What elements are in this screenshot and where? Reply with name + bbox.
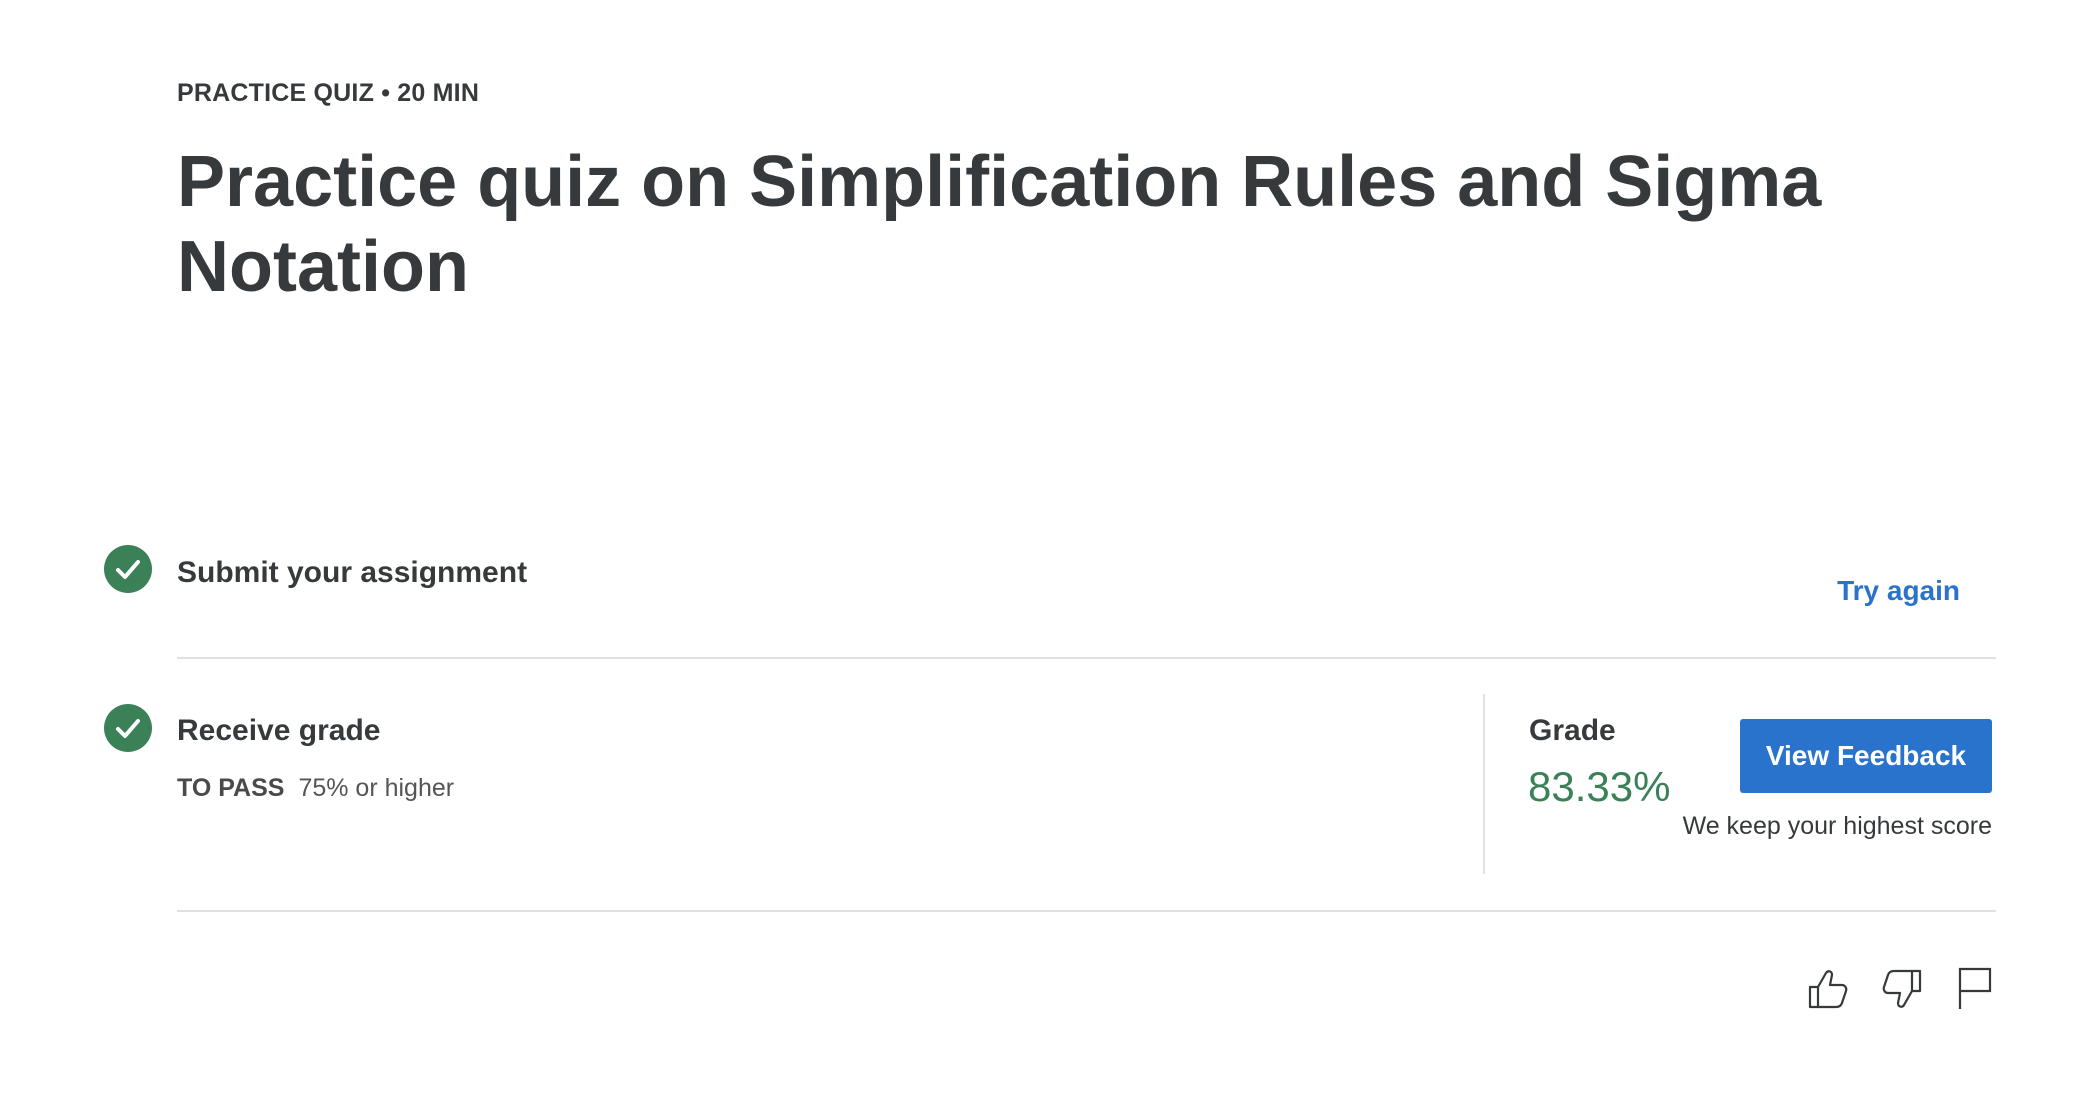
divider xyxy=(177,910,1996,912)
thumbs-down-icon[interactable] xyxy=(1878,965,1926,1013)
check-circle-icon xyxy=(104,545,152,593)
view-feedback-button[interactable]: View Feedback xyxy=(1740,719,1992,793)
quiz-page: PRACTICE QUIZ • 20 MIN Practice quiz on … xyxy=(0,0,2088,1108)
step-submit-title: Submit your assignment xyxy=(177,556,528,589)
pass-requirement: TO PASS 75% or higher xyxy=(177,772,454,804)
to-pass-value: 75% or higher xyxy=(298,774,455,802)
vertical-divider xyxy=(1483,694,1485,874)
highest-score-note: We keep your highest score xyxy=(1682,812,1992,840)
to-pass-label: TO PASS xyxy=(177,774,285,802)
divider xyxy=(177,657,1996,659)
step-grade-title: Receive grade xyxy=(177,714,381,747)
flag-icon[interactable] xyxy=(1952,965,2000,1013)
try-again-link[interactable]: Try again xyxy=(1837,573,1960,609)
feedback-actions xyxy=(1804,965,1992,1015)
thumbs-up-icon[interactable] xyxy=(1804,965,1852,1013)
quiz-meta-label: PRACTICE QUIZ • 20 MIN xyxy=(177,79,480,107)
page-title: Practice quiz on Simplification Rules an… xyxy=(177,142,1822,307)
grade-value: 83.33% xyxy=(1528,763,1671,810)
grade-label: Grade xyxy=(1529,714,1616,747)
check-circle-icon xyxy=(104,704,152,752)
